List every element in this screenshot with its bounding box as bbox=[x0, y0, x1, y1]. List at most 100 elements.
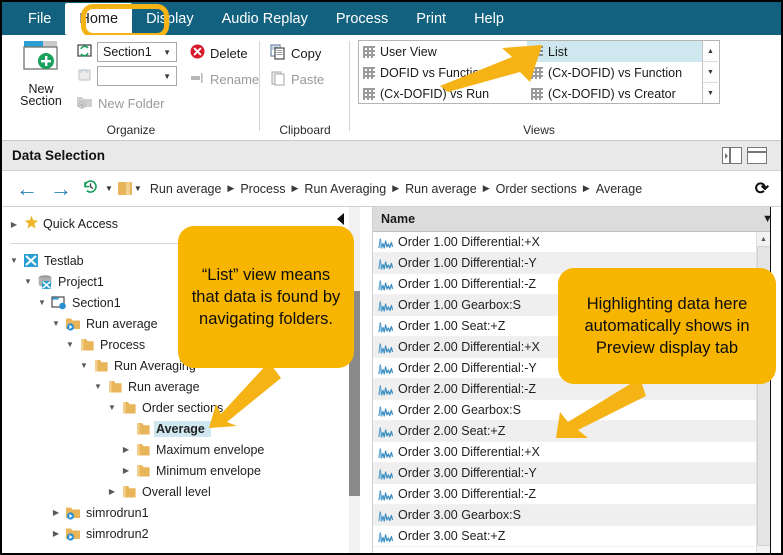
table-row[interactable]: Order 1.00 Differential:+X bbox=[373, 232, 781, 253]
sub-combo[interactable]: ▼ bbox=[97, 66, 177, 86]
move-section-icon bbox=[77, 67, 94, 88]
scroll-up-icon[interactable]: ▲ bbox=[757, 232, 770, 246]
chevron-down-icon[interactable]: ▼ bbox=[8, 256, 20, 265]
data-row-label: Order 1.00 Differential:+X bbox=[398, 235, 540, 249]
pane-divider[interactable] bbox=[364, 207, 372, 553]
scroll-up-icon[interactable]: ▲ bbox=[703, 41, 718, 62]
scroll-down-icon[interactable]: ▼ bbox=[703, 62, 718, 83]
data-row-label: Order 2.00 Differential:-Y bbox=[398, 361, 537, 375]
breadcrumb-item-0[interactable]: Run average bbox=[147, 182, 225, 196]
forward-arrow-icon[interactable]: → bbox=[50, 178, 72, 200]
history-dropdown-icon[interactable]: ▼ bbox=[105, 184, 113, 193]
rename-button[interactable]: Rename bbox=[190, 68, 259, 90]
data-row-label: Order 1.00 Differential:-Z bbox=[398, 277, 536, 291]
history-icon[interactable] bbox=[82, 178, 99, 200]
chevron-down-icon[interactable]: ▼ bbox=[50, 319, 62, 328]
folder-dropdown-icon[interactable]: ▼ bbox=[134, 184, 142, 193]
view-item-list[interactable]: List bbox=[527, 41, 702, 62]
chevron-down-icon[interactable]: ▼ bbox=[106, 403, 118, 412]
change-section-icon[interactable] bbox=[77, 43, 94, 64]
split-pane-icon[interactable] bbox=[722, 147, 742, 164]
tree-node-label: simrodrun2 bbox=[84, 527, 149, 541]
tab-audio-replay[interactable]: Audio Replay bbox=[208, 3, 322, 35]
collapse-pane-icon[interactable] bbox=[337, 213, 344, 225]
tab-print[interactable]: Print bbox=[402, 3, 460, 35]
single-pane-icon[interactable] bbox=[747, 147, 767, 164]
chevron-down-icon[interactable]: ▼ bbox=[92, 382, 104, 391]
data-row-label: Order 2.00 Differential:+X bbox=[398, 340, 540, 354]
new-folder-button[interactable]: New Folder bbox=[76, 92, 164, 114]
data-selection-header: Data Selection bbox=[2, 141, 781, 171]
section-combo[interactable]: Section1 ▼ bbox=[97, 42, 177, 62]
tree-node[interactable]: Average bbox=[2, 418, 364, 439]
tab-file[interactable]: File bbox=[14, 3, 65, 35]
callout-list-view-text: “List” view means that data is found by … bbox=[190, 264, 342, 330]
new-section-button[interactable]: New Section bbox=[10, 37, 72, 123]
new-folder-label: New Folder bbox=[98, 96, 164, 111]
folder-icon[interactable] bbox=[118, 182, 132, 195]
callout-list-view-pointer bbox=[207, 360, 287, 430]
tree-node[interactable]: ▼ Run average bbox=[2, 376, 364, 397]
tab-home[interactable]: Home bbox=[65, 3, 132, 35]
copy-button[interactable]: Copy bbox=[270, 42, 321, 64]
refresh-icon[interactable]: ⟳ bbox=[755, 179, 769, 199]
waveform-icon bbox=[378, 257, 393, 270]
chevron-down-icon[interactable]: ▼ bbox=[78, 361, 90, 370]
table-row[interactable]: Order 3.00 Gearbox:S bbox=[373, 505, 781, 526]
waveform-icon bbox=[378, 383, 393, 396]
chevron-right-icon[interactable]: ▶ bbox=[50, 529, 62, 538]
waveform-icon bbox=[378, 341, 393, 354]
tab-help[interactable]: Help bbox=[460, 3, 518, 35]
table-row[interactable]: Order 3.00 Differential:-Z bbox=[373, 484, 781, 505]
chevron-down-icon[interactable]: ▼ bbox=[36, 298, 48, 307]
tree-node[interactable]: ▶ simrodrun1 bbox=[2, 502, 364, 523]
breadcrumb-item-1[interactable]: Process bbox=[237, 182, 288, 196]
tree-node[interactable]: ▶Overall level bbox=[2, 481, 364, 502]
tree-node[interactable]: ▼Order sections bbox=[2, 397, 364, 418]
paste-label: Paste bbox=[291, 72, 324, 87]
right-edge-strip bbox=[770, 207, 781, 553]
table-row[interactable]: Order 3.00 Seat:+Z bbox=[373, 526, 781, 547]
folder-icon bbox=[135, 421, 151, 436]
panel-title: Data Selection bbox=[12, 148, 105, 163]
ribbon-body: New Section Section1 ▼ bbox=[2, 35, 781, 141]
delete-button[interactable]: Delete bbox=[190, 42, 248, 64]
chevron-right-icon[interactable]: ▶ bbox=[8, 220, 20, 229]
breadcrumb-separator-icon: ▶ bbox=[289, 183, 302, 194]
tree-node[interactable]: ▶ simrodrun2 bbox=[2, 523, 364, 544]
views-scrollbar[interactable]: ▲ ▼ ▼ bbox=[702, 41, 718, 103]
breadcrumb-item-3[interactable]: Run average bbox=[402, 182, 480, 196]
chevron-right-icon[interactable]: ▶ bbox=[50, 508, 62, 517]
tab-process[interactable]: Process bbox=[322, 3, 402, 35]
view-item-cx-dofid-vs-function[interactable]: (Cx-DOFID) vs Function bbox=[527, 62, 702, 83]
chevron-right-icon[interactable]: ▶ bbox=[120, 466, 132, 475]
tree-node-label: simrodrun1 bbox=[84, 506, 149, 520]
tree-node-label: Run average bbox=[126, 380, 200, 394]
chevron-right-icon[interactable]: ▶ bbox=[106, 487, 118, 496]
grid-icon bbox=[363, 67, 375, 79]
star-icon bbox=[24, 215, 39, 233]
scroll-bottom-icon[interactable]: ▼ bbox=[703, 83, 718, 103]
data-row-label: Order 1.00 Differential:-Y bbox=[398, 256, 537, 270]
breadcrumb-item-4[interactable]: Order sections bbox=[493, 182, 580, 196]
chevron-down-icon[interactable]: ▼ bbox=[64, 340, 76, 349]
breadcrumb-item-2[interactable]: Run Averaging bbox=[301, 182, 389, 196]
tree-node[interactable]: ▶Minimum envelope bbox=[2, 460, 364, 481]
testlab-icon bbox=[23, 253, 39, 268]
view-item-cx-dofid-vs-creator[interactable]: (Cx-DOFID) vs Creator bbox=[527, 83, 702, 104]
paste-button[interactable]: Paste bbox=[270, 68, 324, 90]
section-icon bbox=[51, 295, 67, 310]
back-arrow-icon[interactable]: ← bbox=[16, 178, 38, 200]
application-window: File Home Display Audio Replay Process P… bbox=[0, 0, 783, 555]
list-column-header[interactable]: Name ▼ bbox=[373, 207, 781, 232]
column-header-name: Name bbox=[381, 212, 415, 226]
view-item-label: List bbox=[548, 45, 567, 59]
table-row[interactable]: Order 3.00 Differential:-Y bbox=[373, 463, 781, 484]
data-row-label: Order 1.00 Seat:+Z bbox=[398, 319, 505, 333]
tree-node[interactable]: ▶Maximum envelope bbox=[2, 439, 364, 460]
chevron-right-icon[interactable]: ▶ bbox=[120, 445, 132, 454]
tab-display[interactable]: Display bbox=[132, 3, 208, 35]
chevron-down-icon[interactable]: ▼ bbox=[22, 277, 34, 286]
copy-icon bbox=[270, 44, 286, 63]
breadcrumb-item-5[interactable]: Average bbox=[593, 182, 645, 196]
